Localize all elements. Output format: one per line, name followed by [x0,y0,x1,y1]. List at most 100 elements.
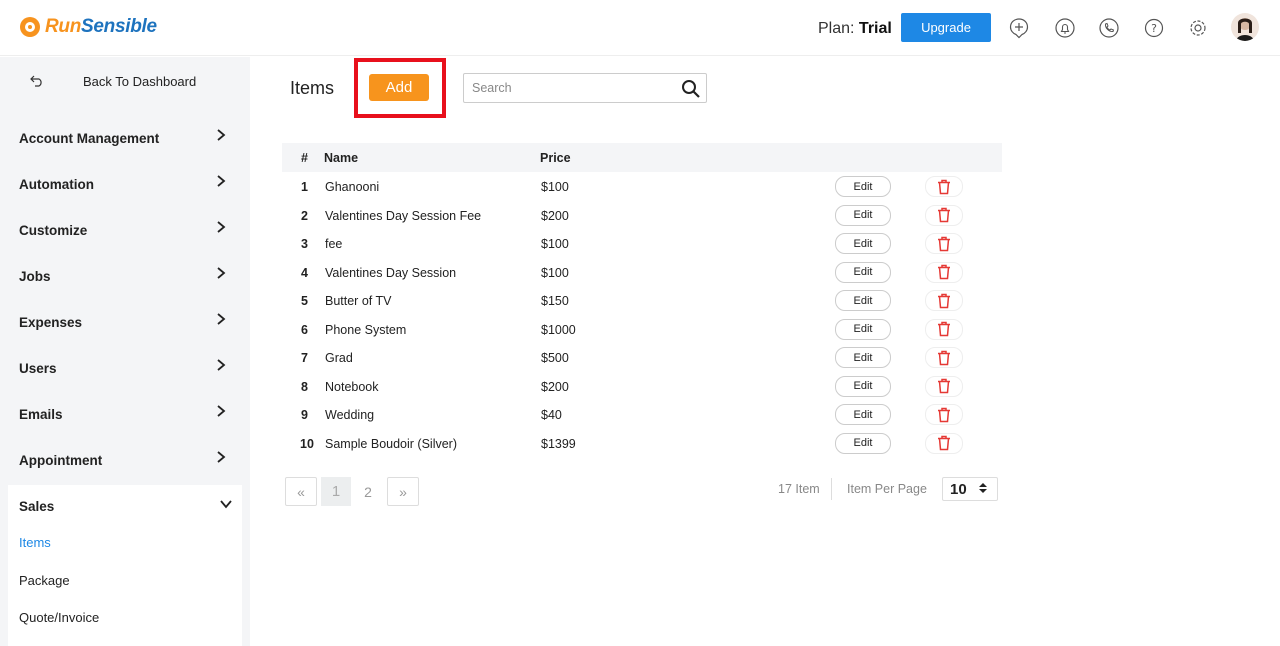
table-header: # Name Price [282,143,1002,172]
edit-button[interactable]: Edit [835,290,891,311]
trash-icon [937,293,951,309]
back-to-dashboard-label: Back To Dashboard [83,74,197,89]
search-icon[interactable] [681,79,701,99]
sidebar-item-account-management[interactable]: Account Management [0,116,250,162]
sort-arrows-icon [978,481,988,498]
upgrade-button[interactable]: Upgrade [901,13,991,42]
table-row: 3 fee $100 Edit [282,229,1002,258]
trash-icon [937,407,951,423]
svg-text:?: ? [1151,22,1157,35]
table-row: 4 Valentines Day Session $100 Edit [282,258,1002,287]
item-name: Butter of TV [325,294,392,308]
edit-button[interactable]: Edit [835,318,891,340]
logo[interactable]: RunSensible [20,16,157,38]
chevron-down-icon[interactable] [219,497,233,512]
sidebar-item-customize[interactable]: Customize [0,208,250,254]
item-name: Wedding [325,408,375,422]
row-number: 3 [301,237,308,251]
table-row: 10 Sample Boudoir (Silver) $1399 Edit [282,429,1002,458]
item-name: Notebook [325,379,379,394]
search-input[interactable] [464,74,674,102]
sidebar-section-sales: Sales Items Package Quote/Invoice [8,485,242,646]
item-price: $150 [541,294,569,308]
back-to-dashboard-link[interactable]: Back To Dashboard [0,57,250,107]
search-box [463,73,707,103]
chevron-right-icon [216,358,226,376]
sidebar-subitem-items[interactable]: Items [19,535,51,550]
sidebar-item-automation[interactable]: Automation [0,162,250,208]
phone-icon[interactable] [1098,17,1120,39]
edit-button[interactable]: Edit [835,261,891,283]
edit-button[interactable]: Edit [835,432,891,454]
sidebar-item-users[interactable]: Users [0,346,250,392]
table-row: 1 Ghanooni $100 Edit [282,172,1002,201]
sidebar-item-emails[interactable]: Emails [0,392,250,438]
item-name: Grad [325,351,353,365]
trash-icon [937,378,951,394]
item-price: $100 [541,237,569,251]
help-icon[interactable]: ? [1143,17,1165,39]
edit-button[interactable]: Edit [835,375,891,397]
delete-button[interactable] [925,290,963,311]
pagination-next-button[interactable]: » [387,477,419,506]
sidebar-item-appointment[interactable]: Appointment [0,438,250,484]
row-number: 6 [301,322,308,337]
delete-button[interactable] [925,261,963,283]
delete-button[interactable] [925,233,963,254]
items-per-page-select[interactable]: 10 [942,477,998,501]
row-number: 4 [301,265,308,280]
edit-button[interactable]: Edit [835,233,891,254]
bell-icon[interactable] [1054,17,1076,39]
item-name: fee [325,237,343,251]
trash-icon [937,264,951,280]
row-number: 5 [301,294,308,308]
avatar[interactable] [1231,13,1259,41]
pagination-page-1[interactable]: 1 [321,477,351,506]
delete-button[interactable] [925,204,963,226]
column-header-name: Name [324,151,359,165]
table-row: 8 Notebook $200 Edit [282,372,1002,401]
chevron-right-icon [216,220,226,238]
table-row: 5 Butter of TV $150 Edit [282,286,1002,315]
delete-button[interactable] [925,375,963,397]
edit-button[interactable]: Edit [835,404,891,425]
row-number: 2 [301,208,308,223]
pagination-page-2[interactable]: 2 [353,477,383,506]
add-item-button[interactable]: Add [369,74,429,101]
table-row: 6 Phone System $1000 Edit [282,315,1002,344]
delete-button[interactable] [925,432,963,454]
chevron-right-icon [216,266,226,284]
trash-icon [937,350,951,366]
table-row: 7 Grad $500 Edit [282,343,1002,372]
row-number: 10 [300,436,314,451]
table-row: 2 Valentines Day Session Fee $200 Edit [282,201,1002,230]
sidebar-item-jobs[interactable]: Jobs [0,254,250,300]
trash-icon [937,435,951,451]
sidebar-item-expenses[interactable]: Expenses [0,300,250,346]
item-name: Valentines Day Session [325,265,457,280]
delete-button[interactable] [925,176,963,197]
chevron-right-icon [216,404,226,422]
sidebar-subitem-quote-invoice[interactable]: Quote/Invoice [19,610,99,625]
sidebar-item-sales[interactable]: Sales [19,499,54,514]
edit-button[interactable]: Edit [835,176,891,197]
chevron-right-icon [216,312,226,330]
row-number: 8 [301,379,308,394]
delete-button[interactable] [925,404,963,425]
divider [831,478,832,500]
sidebar-subitem-package[interactable]: Package [19,573,70,588]
gear-icon[interactable] [1187,17,1209,39]
pagination-prev-button[interactable]: « [285,477,317,506]
delete-button[interactable] [925,347,963,368]
chevron-right-icon [216,128,226,146]
edit-button[interactable]: Edit [835,347,891,368]
edit-button[interactable]: Edit [835,204,891,226]
add-circle-icon[interactable] [1008,17,1030,39]
item-name: Valentines Day Session Fee [325,208,482,223]
row-number: 1 [301,180,308,194]
delete-button[interactable] [925,318,963,340]
plan-indicator: Plan: Trial [818,20,892,37]
item-price: $1399 [541,436,576,451]
item-price: $200 [541,379,569,394]
item-count: 17 Item [778,482,820,496]
